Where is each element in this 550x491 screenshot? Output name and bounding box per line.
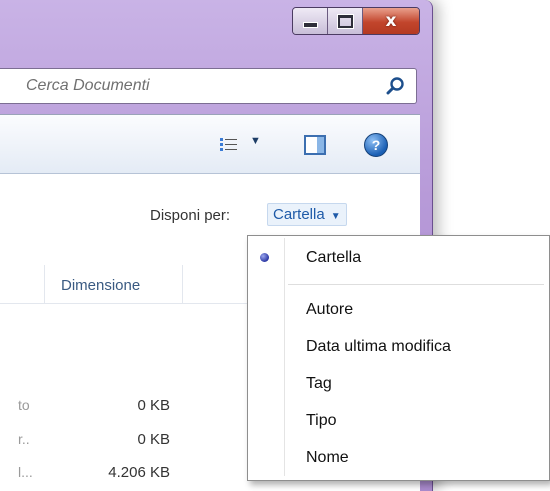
close-button[interactable]: x (363, 8, 419, 34)
menu-separator (288, 284, 544, 285)
column-divider[interactable] (182, 265, 183, 303)
table-row[interactable]: to 0 KB (0, 397, 180, 419)
menu-item-tipo[interactable]: Tipo (306, 412, 337, 430)
selected-bullet-icon (260, 253, 269, 262)
close-icon: x (385, 11, 397, 31)
arrange-by-dropdown[interactable]: Cartella ▼ (267, 203, 347, 226)
file-name: l... (18, 464, 33, 480)
menu-item-tag[interactable]: Tag (306, 375, 332, 393)
chevron-down-icon: ▼ (330, 211, 341, 222)
file-name: r.. (18, 431, 30, 447)
file-size: 0 KB (137, 397, 170, 414)
menu-item-autore[interactable]: Autore (306, 301, 353, 319)
views-dropdown-arrow[interactable]: ▼ (250, 135, 266, 151)
table-row[interactable]: l... 4.206 KB (0, 464, 180, 486)
arrange-by-value: Cartella (273, 206, 325, 223)
preview-pane-icon[interactable] (304, 135, 326, 155)
command-bar: ▼ ? (0, 115, 420, 174)
menu-item-data-ultima-modifica[interactable]: Data ultima modifica (306, 338, 451, 356)
menu-item-nome[interactable]: Nome (306, 449, 349, 467)
search-placeholder: Cerca Documenti (26, 77, 150, 94)
menu-item-cartella[interactable]: Cartella (306, 249, 361, 267)
table-row[interactable]: r.. 0 KB (0, 431, 180, 453)
arrange-by-menu: Cartella Autore Data ultima modifica Tag… (247, 235, 550, 481)
title-bar: x (0, 0, 432, 54)
minimize-icon (302, 22, 318, 28)
help-icon[interactable]: ? (364, 133, 388, 157)
minimize-button[interactable] (293, 8, 328, 34)
file-size: 0 KB (137, 431, 170, 448)
maximize-icon (336, 13, 354, 29)
preview-pane-fill (317, 137, 324, 153)
file-name: to (18, 397, 30, 413)
maximize-button[interactable] (328, 8, 363, 34)
views-icon[interactable] (220, 137, 238, 153)
search-input[interactable]: Cerca Documenti (0, 68, 417, 104)
search-icon[interactable] (386, 76, 406, 96)
menu-gutter (284, 238, 285, 476)
column-header-size[interactable]: Dimensione (61, 277, 140, 294)
column-header-name[interactable] (0, 265, 45, 303)
arrange-by-label: Disponi per: (150, 207, 231, 224)
window-controls: x (292, 7, 420, 35)
file-size: 4.206 KB (108, 464, 170, 481)
